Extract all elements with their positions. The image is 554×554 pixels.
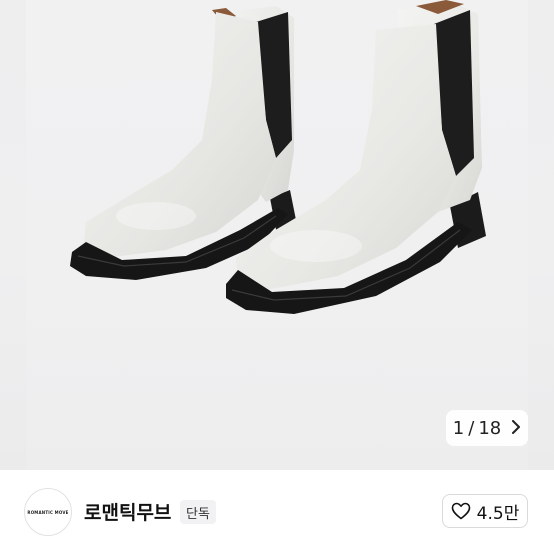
chelsea-boots-image (70, 0, 486, 314)
product-photo (26, 0, 528, 470)
counter-current: 1 (452, 417, 465, 439)
chevron-right-icon[interactable] (511, 419, 521, 438)
brand-logo-text: ROMANTIC MOVE (27, 509, 69, 515)
counter-total: 18 (478, 417, 502, 439)
like-button[interactable]: 4.5만 (442, 494, 528, 528)
heart-outline-icon (451, 502, 471, 520)
exclusive-badge: 단독 (180, 500, 216, 524)
image-counter[interactable]: 1 / 18 (446, 410, 528, 446)
brand-logo[interactable]: ROMANTIC MOVE (24, 488, 72, 536)
brand-name[interactable]: 로맨틱무브 (84, 498, 171, 525)
like-count: 4.5만 (476, 503, 520, 524)
counter-separator: / (468, 417, 475, 439)
product-image-gallery[interactable]: 1 / 18 (0, 0, 554, 470)
